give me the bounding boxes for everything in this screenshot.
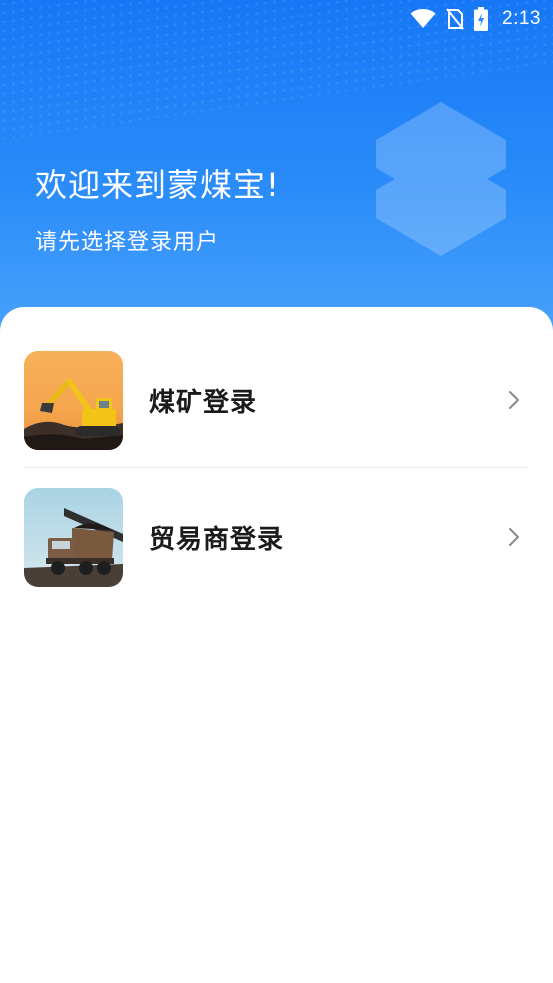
chevron-right-icon — [509, 391, 519, 409]
welcome-title: 欢迎来到蒙煤宝! — [35, 166, 280, 204]
no-sim-icon — [446, 8, 464, 30]
wifi-icon — [410, 9, 436, 28]
status-icons: 2:13 — [410, 6, 541, 32]
excavator-image — [24, 350, 123, 450]
trader-login-option[interactable]: 贸易商登录 — [24, 487, 529, 587]
chevron-right-icon — [509, 528, 519, 546]
coal-truck-image — [24, 487, 123, 587]
header-banner: 2:13 欢迎来到蒙煤宝! 请先选择登录用户 — [0, 0, 553, 340]
option-divider — [24, 467, 529, 468]
trader-login-label: 贸易商登录 — [149, 524, 285, 555]
login-card: 煤矿登录 贸易商登录 — [0, 307, 553, 983]
status-bar: 2:13 — [0, 0, 553, 38]
brand-logo-icon — [376, 102, 506, 256]
welcome-subtitle: 请先选择登录用户 — [35, 230, 220, 255]
battery-charging-icon — [474, 7, 489, 31]
coal-mine-login-option[interactable]: 煤矿登录 — [24, 350, 529, 450]
coal-mine-login-label: 煤矿登录 — [149, 387, 258, 418]
status-time: 2:13 — [502, 8, 541, 29]
